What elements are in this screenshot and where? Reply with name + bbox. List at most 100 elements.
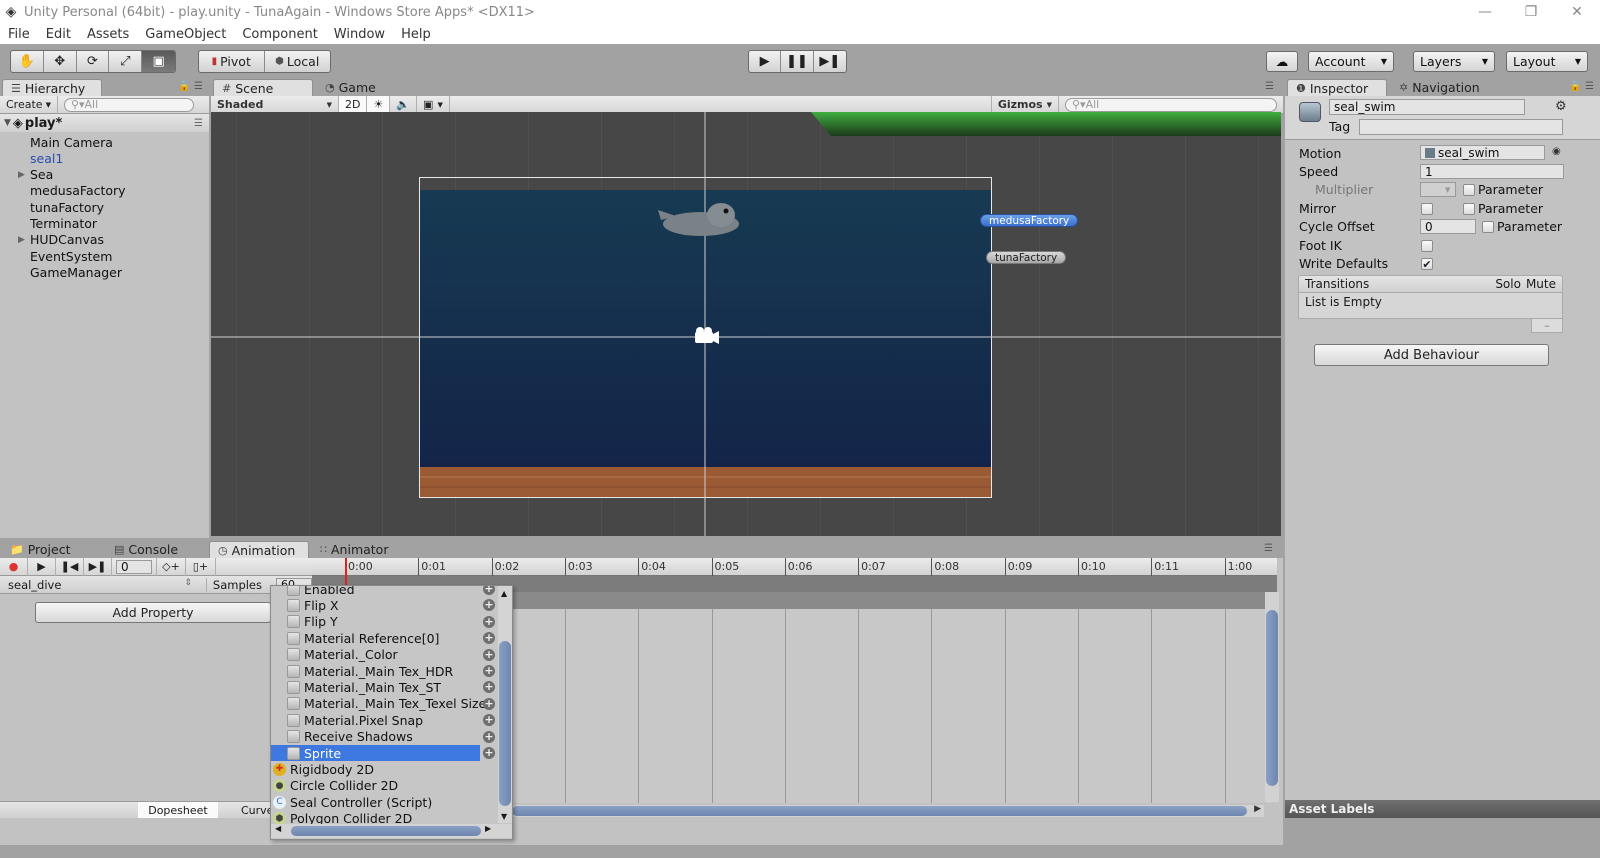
property-item[interactable]: Material._Main Tex_Texel Size — [271, 696, 501, 712]
panel-menu-icon[interactable]: ☰ — [1264, 543, 1273, 554]
tab-animation[interactable]: ◷ Animation — [209, 541, 309, 558]
add-property-plus-icon[interactable]: + — [483, 681, 495, 694]
hierarchy-item[interactable]: ▶ Sea — [0, 167, 208, 183]
property-item[interactable]: Enabled — [271, 586, 501, 597]
timeline-vertical-scrollbar[interactable] — [1265, 592, 1279, 802]
prev-keyframe-button[interactable]: ❚◀ — [56, 557, 84, 576]
write-defaults-checkbox[interactable]: ✔ — [1421, 258, 1433, 271]
add-property-plus-icon[interactable]: + — [483, 730, 495, 743]
play-button[interactable]: ▶ — [749, 51, 782, 72]
menu-component[interactable]: Component — [234, 27, 325, 42]
expand-arrow-icon[interactable]: ▶ — [18, 170, 28, 180]
menu-edit[interactable]: Edit — [38, 27, 79, 42]
scene-search-input[interactable]: ⚲▾ All — [1065, 97, 1277, 112]
hierarchy-item[interactable]: ▶ HUDCanvas — [0, 232, 208, 248]
tab-navigation[interactable]: ✡ Navigation — [1391, 79, 1491, 96]
tab-animator[interactable]: ∷ Animator — [312, 541, 412, 558]
menu-assets[interactable]: Assets — [79, 27, 137, 42]
frame-input[interactable]: 0 — [116, 559, 152, 574]
shading-dropdown[interactable]: Shaded ▼ — [211, 95, 339, 114]
hierarchy-item[interactable]: Terminator — [0, 216, 208, 232]
add-property-plus-icon[interactable]: + — [483, 632, 495, 645]
add-property-button[interactable]: Add Property — [35, 602, 271, 623]
scene-viewport[interactable]: medusaFactory tunaFactory — [211, 112, 1281, 536]
expand-arrow-icon[interactable]: ▶ — [18, 235, 28, 245]
motion-field[interactable]: seal_swim — [1420, 145, 1545, 160]
property-item[interactable]: Flip Y — [271, 614, 501, 630]
menu-gameobject[interactable]: GameObject — [137, 27, 234, 42]
create-dropdown[interactable]: Create ▼ — [0, 95, 58, 114]
hierarchy-item[interactable]: GameManager — [0, 264, 208, 280]
layout-dropdown[interactable]: Layout ▼ — [1506, 51, 1588, 72]
record-button[interactable]: ● — [0, 557, 28, 576]
timeline-horizontal-scrollbar[interactable]: ▶ — [512, 804, 1264, 817]
add-property-plus-icon[interactable]: + — [483, 648, 495, 661]
restore-icon[interactable]: ❐ — [1508, 0, 1554, 24]
menu-file[interactable]: File — [0, 27, 38, 42]
property-item[interactable]: Flip X — [271, 597, 501, 613]
panel-menu-icon[interactable]: ☰ — [1265, 81, 1274, 92]
remove-transition-button[interactable]: – — [1531, 319, 1563, 333]
add-property-plus-icon[interactable]: + — [483, 665, 495, 677]
popup-vertical-scrollbar[interactable]: ▲ ▼ — [498, 586, 512, 823]
asset-labels-bar[interactable]: Asset Labels — [1285, 800, 1600, 818]
cloud-button[interactable]: ☁ — [1266, 51, 1298, 72]
hierarchy-item[interactable]: seal1 — [0, 150, 208, 166]
effects-dropdown[interactable]: ▣ ▼ — [417, 95, 450, 114]
property-item[interactable]: Material._Color — [271, 647, 501, 663]
foot-ik-checkbox[interactable] — [1421, 240, 1433, 252]
rect-tool-button[interactable]: ▣ — [142, 51, 175, 72]
tab-scene[interactable]: # Scene — [213, 79, 313, 96]
property-item[interactable]: Material Reference[0] — [271, 630, 501, 646]
add-event-button[interactable]: ▯+ — [186, 557, 216, 576]
scroll-right-icon[interactable]: ▶ — [485, 824, 491, 833]
tunafactory-label[interactable]: tunaFactory — [986, 251, 1067, 264]
scroll-right-icon[interactable]: ▶ — [1254, 804, 1261, 814]
tab-inspector[interactable]: ❶ Inspector — [1287, 79, 1387, 96]
add-property-plus-icon[interactable]: + — [483, 586, 495, 595]
toggle-2d-button[interactable]: 2D — [339, 95, 368, 114]
gear-icon[interactable]: ⚙ — [1555, 99, 1567, 114]
hierarchy-item[interactable]: medusaFactory — [0, 183, 208, 199]
property-item[interactable]: Material._Main Tex_HDR — [271, 663, 501, 679]
tag-input[interactable] — [1359, 119, 1563, 135]
add-keyframe-button[interactable]: ◇+ — [156, 557, 186, 576]
hand-tool-button[interactable]: ✋ — [11, 51, 44, 72]
panel-menu-icon[interactable]: ☰ — [194, 81, 203, 92]
cycle-offset-parameter-checkbox[interactable] — [1482, 221, 1494, 233]
property-item[interactable]: Material.Pixel Snap — [271, 712, 501, 728]
component-item[interactable]: ✚ Rigidbody 2D — [271, 761, 501, 777]
hierarchy-item[interactable]: tunaFactory — [0, 199, 208, 215]
scroll-thumb[interactable] — [291, 826, 481, 836]
mirror-checkbox[interactable] — [1421, 203, 1433, 215]
hierarchy-item[interactable]: Main Camera — [0, 134, 208, 150]
tab-console[interactable]: ▤ Console — [106, 541, 206, 558]
pause-button[interactable]: ❚❚ — [781, 51, 814, 72]
multiplier-dropdown[interactable]: ▼ — [1420, 182, 1456, 197]
scene-root-row[interactable]: ▼ ◈ play* ☰ — [0, 114, 209, 132]
property-item[interactable]: Sprite — [271, 745, 480, 761]
gizmos-dropdown[interactable]: Gizmos ▼ — [990, 95, 1059, 114]
menu-help[interactable]: Help — [393, 27, 439, 42]
object-picker-icon[interactable]: ◉ — [1552, 146, 1561, 157]
tab-project[interactable]: 📁 Project — [2, 541, 102, 558]
move-tool-button[interactable]: ✥ — [44, 51, 77, 72]
hierarchy-item[interactable]: EventSystem — [0, 248, 208, 264]
property-item[interactable]: Receive Shadows — [271, 729, 501, 745]
scroll-up-icon[interactable]: ▲ — [501, 589, 507, 598]
account-dropdown[interactable]: Account ▼ — [1308, 51, 1394, 72]
close-icon[interactable]: ✕ — [1554, 0, 1600, 24]
mirror-parameter-checkbox[interactable] — [1463, 203, 1475, 215]
rotate-tool-button[interactable]: ⟳ — [77, 51, 110, 72]
scale-tool-button[interactable]: ⤢ — [109, 51, 143, 72]
medusafactory-label[interactable]: medusaFactory — [980, 214, 1079, 227]
add-property-plus-icon[interactable]: + — [483, 599, 495, 612]
scene-menu-icon[interactable]: ☰ — [194, 118, 203, 129]
scroll-thumb[interactable] — [1266, 610, 1278, 786]
step-button[interactable]: ▶❚ — [814, 51, 846, 72]
tab-game[interactable]: ◔ Game — [317, 79, 397, 96]
lighting-toggle[interactable]: ☀ — [367, 95, 391, 114]
scroll-down-icon[interactable]: ▼ — [501, 812, 507, 821]
add-property-plus-icon[interactable]: + — [483, 697, 495, 710]
minimize-icon[interactable]: — — [1462, 0, 1508, 24]
